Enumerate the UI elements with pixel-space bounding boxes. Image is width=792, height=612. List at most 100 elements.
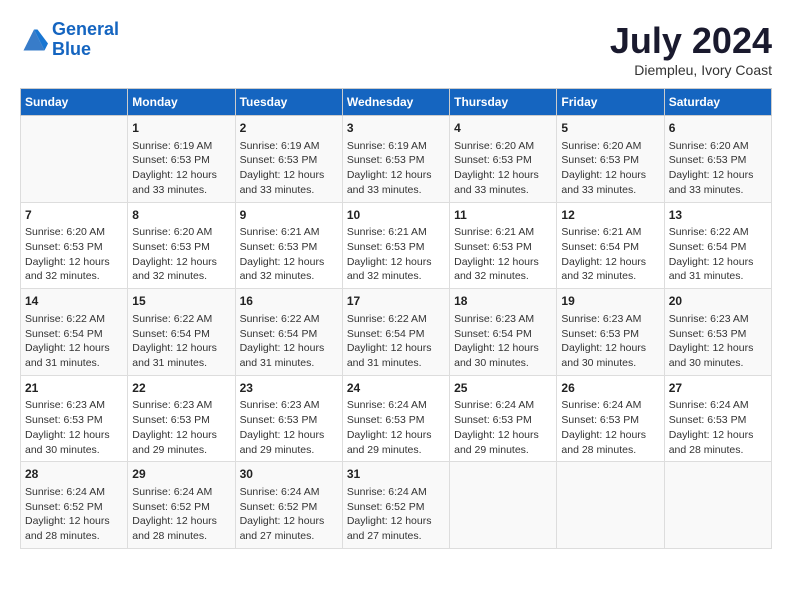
- calendar-cell: 9Sunrise: 6:21 AM Sunset: 6:53 PM Daylig…: [235, 202, 342, 289]
- calendar-cell: 10Sunrise: 6:21 AM Sunset: 6:53 PM Dayli…: [342, 202, 449, 289]
- day-info: Sunrise: 6:20 AM Sunset: 6:53 PM Dayligh…: [454, 139, 552, 198]
- calendar-cell: 20Sunrise: 6:23 AM Sunset: 6:53 PM Dayli…: [664, 289, 771, 376]
- calendar-week-row: 21Sunrise: 6:23 AM Sunset: 6:53 PM Dayli…: [21, 375, 772, 462]
- calendar-cell: 27Sunrise: 6:24 AM Sunset: 6:53 PM Dayli…: [664, 375, 771, 462]
- day-number: 25: [454, 380, 552, 397]
- calendar-cell: 18Sunrise: 6:23 AM Sunset: 6:54 PM Dayli…: [450, 289, 557, 376]
- title-block: July 2024 Diempleu, Ivory Coast: [610, 20, 772, 78]
- day-info: Sunrise: 6:24 AM Sunset: 6:53 PM Dayligh…: [454, 398, 552, 457]
- calendar-day-header: Saturday: [664, 89, 771, 116]
- day-number: 19: [561, 293, 659, 310]
- day-info: Sunrise: 6:23 AM Sunset: 6:53 PM Dayligh…: [25, 398, 123, 457]
- calendar-cell: 23Sunrise: 6:23 AM Sunset: 6:53 PM Dayli…: [235, 375, 342, 462]
- calendar-week-row: 28 Sunrise: 6:24 AM Sunset: 6:52 PM Dayli…: [21, 462, 772, 549]
- day-info: Sunrise: 6:22 AM Sunset: 6:54 PM Dayligh…: [669, 225, 767, 284]
- calendar-day-header: Friday: [557, 89, 664, 116]
- calendar-cell: 12Sunrise: 6:21 AM Sunset: 6:54 PM Dayli…: [557, 202, 664, 289]
- calendar-day-header: Tuesday: [235, 89, 342, 116]
- day-number: 15: [132, 293, 230, 310]
- day-info: Sunrise: 6:24 AM Sunset: 6:53 PM Dayligh…: [561, 398, 659, 457]
- day-number: 14: [25, 293, 123, 310]
- day-info: Sunrise: 6:23 AM Sunset: 6:53 PM Dayligh…: [561, 312, 659, 371]
- day-info: Sunrise: 6:21 AM Sunset: 6:54 PM Dayligh…: [561, 225, 659, 284]
- calendar-header-row: SundayMondayTuesdayWednesdayThursdayFrid…: [21, 89, 772, 116]
- day-info: Sunrise: 6:20 AM Sunset: 6:53 PM Dayligh…: [132, 225, 230, 284]
- day-info: Sunrise: 6:22 AM Sunset: 6:54 PM Dayligh…: [25, 312, 123, 371]
- day-number: 30: [240, 466, 338, 483]
- calendar-cell: 21Sunrise: 6:23 AM Sunset: 6:53 PM Dayli…: [21, 375, 128, 462]
- day-info: Sunrise: 6:24 AM Sunset: 6:52 PM Dayligh…: [240, 485, 338, 544]
- calendar-week-row: 7Sunrise: 6:20 AM Sunset: 6:53 PM Daylig…: [21, 202, 772, 289]
- day-number: 11: [454, 207, 552, 224]
- day-number: 5: [561, 120, 659, 137]
- day-number: 12: [561, 207, 659, 224]
- calendar-cell: 24Sunrise: 6:24 AM Sunset: 6:53 PM Dayli…: [342, 375, 449, 462]
- calendar-cell: [664, 462, 771, 549]
- day-info: Sunrise: 6:22 AM Sunset: 6:54 PM Dayligh…: [347, 312, 445, 371]
- calendar-cell: [450, 462, 557, 549]
- day-number: 17: [347, 293, 445, 310]
- calendar-cell: 31 Sunrise: 6:24 AM Sunset: 6:52 PM Dayli…: [342, 462, 449, 549]
- day-info: Sunrise: 6:23 AM Sunset: 6:54 PM Dayligh…: [454, 312, 552, 371]
- calendar-cell: 11Sunrise: 6:21 AM Sunset: 6:53 PM Dayli…: [450, 202, 557, 289]
- calendar-cell: 26Sunrise: 6:24 AM Sunset: 6:53 PM Dayli…: [557, 375, 664, 462]
- calendar-cell: 13Sunrise: 6:22 AM Sunset: 6:54 PM Dayli…: [664, 202, 771, 289]
- day-number: 26: [561, 380, 659, 397]
- calendar-cell: [21, 116, 128, 203]
- calendar-cell: [557, 462, 664, 549]
- calendar-cell: 15 Sunrise: 6:22 AM Sunset: 6:54 PM Dayli…: [128, 289, 235, 376]
- logo-icon: [20, 26, 48, 54]
- day-number: 6: [669, 120, 767, 137]
- day-info: Sunrise: 6:24 AM Sunset: 6:52 PM Dayligh…: [132, 485, 230, 544]
- calendar-cell: 4Sunrise: 6:20 AM Sunset: 6:53 PM Daylig…: [450, 116, 557, 203]
- calendar-table: SundayMondayTuesdayWednesdayThursdayFrid…: [20, 88, 772, 549]
- day-number: 10: [347, 207, 445, 224]
- calendar-day-header: Monday: [128, 89, 235, 116]
- day-number: 23: [240, 380, 338, 397]
- day-number: 2: [240, 120, 338, 137]
- day-info: Sunrise: 6:23 AM Sunset: 6:53 PM Dayligh…: [240, 398, 338, 457]
- day-number: 28: [25, 466, 123, 483]
- day-number: 21: [25, 380, 123, 397]
- day-info: Sunrise: 6:20 AM Sunset: 6:53 PM Dayligh…: [25, 225, 123, 284]
- day-number: 24: [347, 380, 445, 397]
- day-info: Sunrise: 6:21 AM Sunset: 6:53 PM Dayligh…: [347, 225, 445, 284]
- calendar-cell: 22Sunrise: 6:23 AM Sunset: 6:53 PM Dayli…: [128, 375, 235, 462]
- day-number: 3: [347, 120, 445, 137]
- calendar-cell: 1 Sunrise: 6:19 AM Sunset: 6:53 PM Daylig…: [128, 116, 235, 203]
- main-title: July 2024: [610, 20, 772, 62]
- calendar-cell: 30 Sunrise: 6:24 AM Sunset: 6:52 PM Dayli…: [235, 462, 342, 549]
- calendar-cell: 14 Sunrise: 6:22 AM Sunset: 6:54 PM Dayli…: [21, 289, 128, 376]
- calendar-day-header: Thursday: [450, 89, 557, 116]
- calendar-day-header: Wednesday: [342, 89, 449, 116]
- day-info: Sunrise: 6:19 AM Sunset: 6:53 PM Dayligh…: [132, 139, 230, 198]
- day-info: Sunrise: 6:20 AM Sunset: 6:53 PM Dayligh…: [669, 139, 767, 198]
- day-info: Sunrise: 6:24 AM Sunset: 6:52 PM Dayligh…: [25, 485, 123, 544]
- day-info: Sunrise: 6:20 AM Sunset: 6:53 PM Dayligh…: [561, 139, 659, 198]
- day-info: Sunrise: 6:24 AM Sunset: 6:53 PM Dayligh…: [347, 398, 445, 457]
- day-number: 1: [132, 120, 230, 137]
- day-info: Sunrise: 6:23 AM Sunset: 6:53 PM Dayligh…: [132, 398, 230, 457]
- calendar-week-row: 14 Sunrise: 6:22 AM Sunset: 6:54 PM Dayli…: [21, 289, 772, 376]
- calendar-cell: 17 Sunrise: 6:22 AM Sunset: 6:54 PM Dayli…: [342, 289, 449, 376]
- day-info: Sunrise: 6:24 AM Sunset: 6:52 PM Dayligh…: [347, 485, 445, 544]
- day-number: 16: [240, 293, 338, 310]
- day-number: 22: [132, 380, 230, 397]
- day-info: Sunrise: 6:22 AM Sunset: 6:54 PM Dayligh…: [132, 312, 230, 371]
- day-info: Sunrise: 6:19 AM Sunset: 6:53 PM Dayligh…: [240, 139, 338, 198]
- day-info: Sunrise: 6:23 AM Sunset: 6:53 PM Dayligh…: [669, 312, 767, 371]
- calendar-cell: 5 Sunrise: 6:20 AM Sunset: 6:53 PM Daylig…: [557, 116, 664, 203]
- logo: General Blue: [20, 20, 119, 60]
- calendar-cell: 19 Sunrise: 6:23 AM Sunset: 6:53 PM Dayli…: [557, 289, 664, 376]
- calendar-cell: 6 Sunrise: 6:20 AM Sunset: 6:53 PM Daylig…: [664, 116, 771, 203]
- day-number: 27: [669, 380, 767, 397]
- calendar-cell: 25Sunrise: 6:24 AM Sunset: 6:53 PM Dayli…: [450, 375, 557, 462]
- calendar-cell: 16 Sunrise: 6:22 AM Sunset: 6:54 PM Dayli…: [235, 289, 342, 376]
- calendar-cell: 3Sunrise: 6:19 AM Sunset: 6:53 PM Daylig…: [342, 116, 449, 203]
- calendar-cell: 28 Sunrise: 6:24 AM Sunset: 6:52 PM Dayli…: [21, 462, 128, 549]
- day-number: 8: [132, 207, 230, 224]
- calendar-cell: 7Sunrise: 6:20 AM Sunset: 6:53 PM Daylig…: [21, 202, 128, 289]
- day-number: 29: [132, 466, 230, 483]
- day-info: Sunrise: 6:22 AM Sunset: 6:54 PM Dayligh…: [240, 312, 338, 371]
- day-number: 31: [347, 466, 445, 483]
